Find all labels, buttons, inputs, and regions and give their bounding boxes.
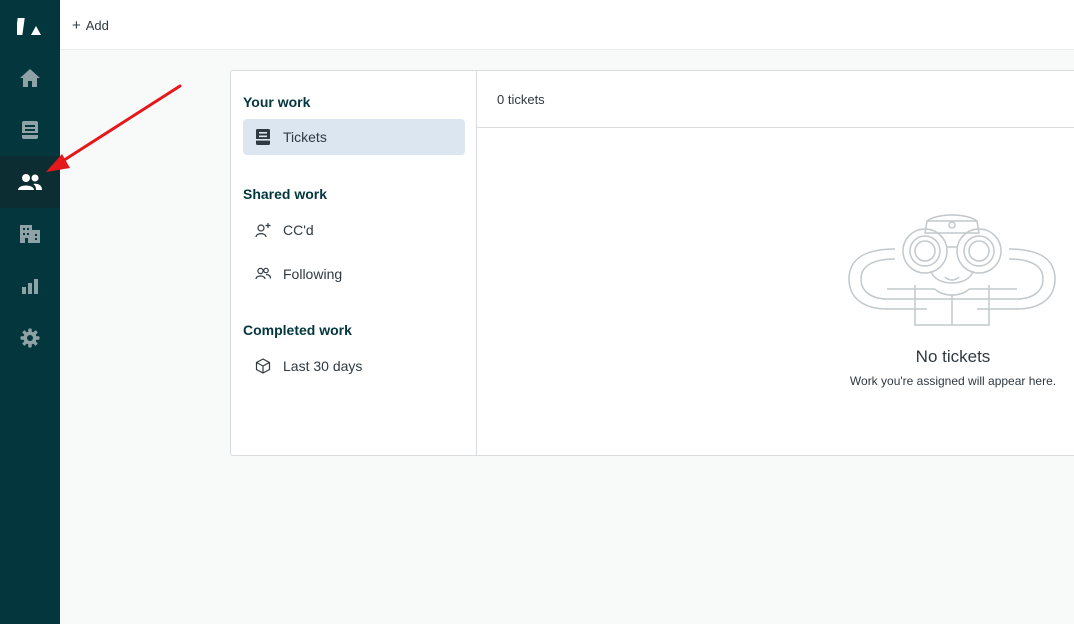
sidebar — [0, 0, 60, 624]
view-item-tickets[interactable]: Tickets — [243, 119, 465, 155]
user-add-icon — [255, 222, 271, 238]
shared-work-heading: Shared work — [243, 186, 328, 202]
empty-state-subtitle: Work you're assigned will appear here. — [849, 374, 1057, 388]
top-bar: + Add — [60, 0, 1074, 50]
plus-icon: + — [72, 16, 81, 34]
inbox-icon — [255, 129, 271, 145]
view-item-label: Following — [283, 266, 343, 282]
ticket-count-header: 0 tickets — [477, 71, 1074, 128]
add-button-label: Add — [85, 17, 109, 33]
views-icon[interactable] — [0, 104, 60, 156]
organizations-icon[interactable] — [0, 208, 60, 260]
home-icon[interactable] — [0, 52, 60, 104]
cube-icon — [255, 358, 271, 374]
view-item-following[interactable]: Following — [243, 256, 465, 292]
views-panel: Your work Tickets Shared work CC'd Follo… — [230, 70, 1074, 456]
view-item-label: Last 30 days — [283, 358, 363, 374]
views-list: Your work Tickets Shared work CC'd Follo… — [231, 71, 477, 455]
ticket-count: 0 tickets — [497, 91, 545, 107]
empty-state-binoculars-illustration — [848, 214, 1056, 326]
admin-gear-icon[interactable] — [0, 312, 60, 364]
your-work-heading: Your work — [243, 94, 311, 110]
customers-icon[interactable] — [0, 156, 60, 208]
view-item-ccd[interactable]: CC'd — [243, 212, 465, 248]
reporting-icon[interactable] — [0, 260, 60, 312]
completed-work-heading: Completed work — [243, 322, 352, 338]
zendesk-logo-icon[interactable] — [0, 0, 60, 52]
add-button[interactable]: + Add — [72, 15, 109, 35]
view-item-label: CC'd — [283, 222, 314, 238]
view-item-last-30-days[interactable]: Last 30 days — [243, 348, 465, 384]
empty-state-title: No tickets — [915, 347, 991, 366]
users-icon — [255, 266, 271, 282]
ticket-list-area: 0 tickets No tickets Work you're assigne… — [477, 71, 1074, 455]
view-item-label: Tickets — [283, 129, 327, 145]
